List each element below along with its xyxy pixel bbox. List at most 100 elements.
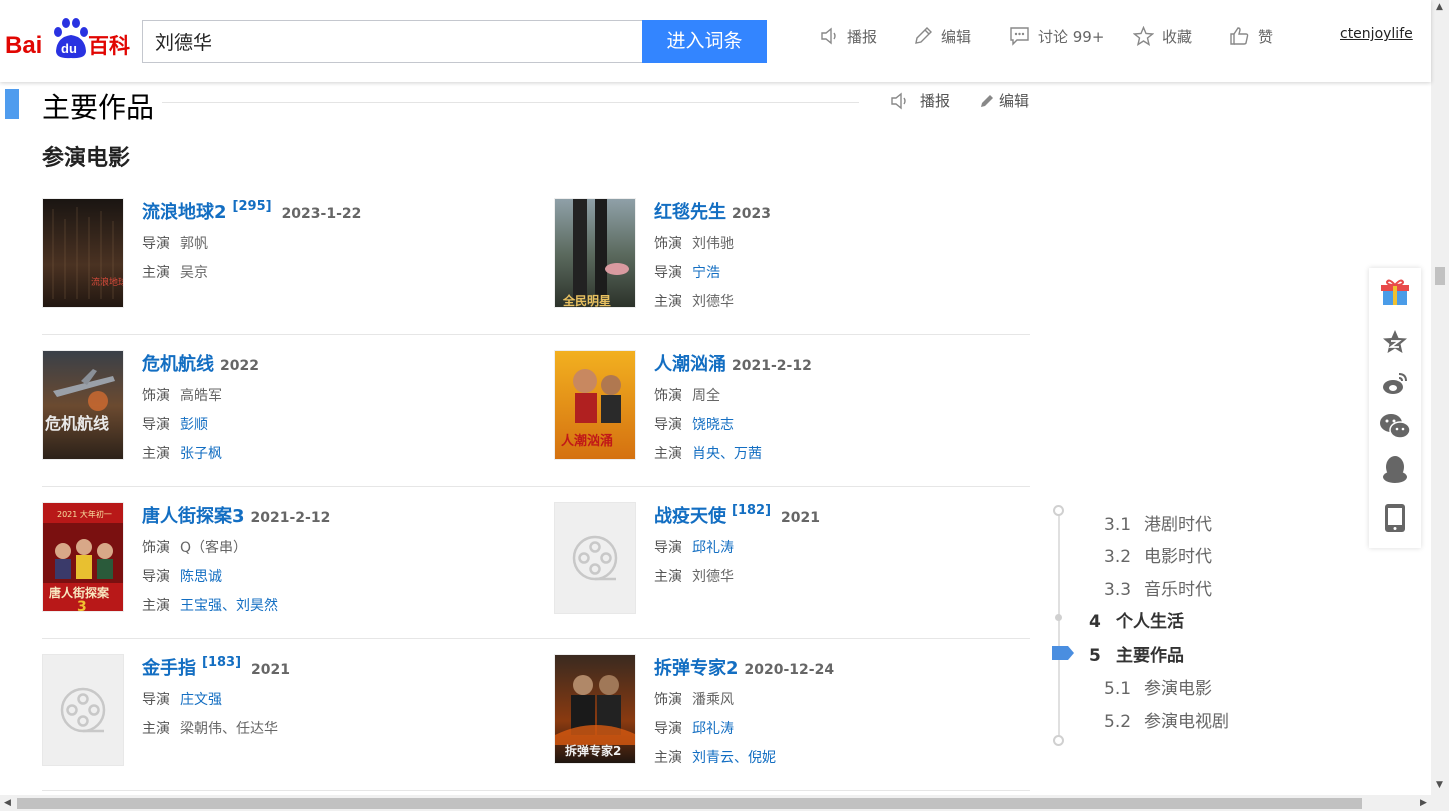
header-favorite-button[interactable]: 收藏 (1133, 24, 1192, 48)
toc-num: 4 (1089, 612, 1101, 632)
info-link[interactable]: 刘青云、倪妮 (692, 750, 776, 766)
row-divider (42, 334, 1030, 335)
horizontal-scroll-thumb[interactable] (17, 798, 1362, 809)
movie-poster[interactable]: 拆弹专家2 (554, 654, 636, 764)
movie-item: 金手指 [183] 2021 导演 庄文强 主演 梁朝伟、任达华 (42, 654, 522, 784)
info-link[interactable]: 邱礼涛 (692, 540, 734, 556)
movie-info-row: 饰演 高皓军 (142, 385, 222, 405)
movie-title-link[interactable]: 危机航线 (142, 350, 214, 376)
movie-info-row: 主演 张子枫 (142, 443, 222, 463)
movie-info-row: 饰演 刘伟驰 (654, 233, 734, 253)
scroll-left-arrow-icon[interactable]: ◀ (4, 798, 11, 808)
svg-text:唐人街探案: 唐人街探案 (49, 585, 110, 600)
reference-link[interactable]: [182] (732, 503, 771, 518)
info-label: 导演 (654, 721, 682, 737)
baidu-baike-logo[interactable]: Bai du 百科 (5, 15, 133, 61)
info-label: 导演 (142, 417, 170, 433)
movie-info-row: 主演 刘德华 (654, 566, 734, 586)
movie-title-row: 人潮汹涌 2021-2-12 (654, 350, 812, 376)
movie-poster[interactable]: 2021 大年初一 唐人街探案 3 (42, 502, 124, 612)
movie-info-row: 主演 肖央、万茜 (654, 443, 762, 463)
section-divider (162, 102, 859, 103)
favorite-star-icon[interactable] (1379, 326, 1411, 358)
toc-top-dot (1053, 505, 1064, 516)
toc-item[interactable]: 5.2 参演电视剧 (1104, 707, 1229, 732)
movie-poster[interactable]: 全民明星 (554, 198, 636, 308)
gift-icon[interactable] (1379, 276, 1411, 308)
toc-item[interactable]: 3.2 电影时代 (1104, 542, 1212, 567)
section-title: 主要作品 (42, 91, 155, 124)
header-edit-label: 编辑 (941, 27, 972, 46)
info-label: 饰演 (142, 388, 170, 404)
svg-text:Bai: Bai (5, 32, 42, 59)
movie-poster[interactable]: 人潮汹涌 (554, 350, 636, 460)
reference-link[interactable]: [183] (202, 655, 241, 670)
info-link[interactable]: 宁浩 (692, 265, 720, 281)
movie-date: 2020-12-24 (744, 662, 835, 678)
section-edit-label: 编辑 (999, 92, 1030, 110)
mobile-icon[interactable] (1379, 502, 1411, 534)
header-broadcast-button[interactable]: 播报 (820, 24, 877, 48)
header-discuss-button[interactable]: 讨论 99+ (1009, 24, 1104, 48)
scroll-down-arrow-icon[interactable]: ▼ (1436, 780, 1443, 790)
movie-info-row: 主演 梁朝伟、任达华 (142, 718, 278, 738)
movie-title-link[interactable]: 人潮汹涌 (654, 350, 726, 376)
toc-item-active[interactable]: 5 主要作品 (1089, 641, 1184, 666)
scroll-right-arrow-icon[interactable]: ▶ (1420, 798, 1427, 808)
info-link[interactable]: 邱礼涛 (692, 721, 734, 737)
toc-active-marker-icon (1052, 646, 1074, 660)
info-value: 刘德华 (692, 569, 734, 585)
movie-title-link[interactable]: 唐人街探案3 (142, 502, 245, 528)
user-link[interactable]: ctenjoylife (1340, 26, 1413, 42)
horizontal-scrollbar[interactable]: ◀ ▶ (0, 795, 1449, 811)
section-broadcast-button[interactable]: 播报 (890, 90, 950, 111)
info-link[interactable]: 彭顺 (180, 417, 208, 433)
vertical-scroll-thumb[interactable] (1435, 267, 1445, 285)
header-like-button[interactable]: 赞 (1229, 24, 1273, 48)
info-link[interactable]: 庄文强 (180, 692, 222, 708)
wechat-icon[interactable] (1379, 410, 1411, 442)
toc-item[interactable]: 3.3 音乐时代 (1104, 575, 1212, 600)
toc-item[interactable]: 4 个人生活 (1089, 607, 1184, 632)
poster-placeholder[interactable] (554, 502, 636, 614)
svg-text:2021 大年初一: 2021 大年初一 (57, 509, 112, 519)
movie-title-link[interactable]: 金手指 (142, 654, 196, 680)
info-link[interactable]: 陈思诚 (180, 569, 222, 585)
movie-info-row: 导演 邱礼涛 (654, 537, 734, 557)
info-link[interactable]: 张子枫 (180, 446, 222, 462)
speaker-icon (891, 92, 906, 109)
movie-title-link[interactable]: 流浪地球2 (142, 198, 227, 224)
svg-text:3: 3 (77, 599, 87, 612)
info-link[interactable]: 饶晓志 (692, 417, 734, 433)
section-edit-button[interactable]: 编辑 (979, 90, 1029, 111)
movie-title-link[interactable]: 战疫天使 (654, 502, 726, 528)
toc-item[interactable]: 3.1 港剧时代 (1104, 510, 1212, 535)
film-reel-icon (572, 535, 618, 581)
movie-poster[interactable]: 危机航线 (42, 350, 124, 460)
movie-info-row: 主演 王宝强、刘昊然 (142, 595, 278, 615)
movie-info-row: 主演 刘青云、倪妮 (654, 747, 776, 767)
info-label: 导演 (142, 692, 170, 708)
info-link[interactable]: 王宝强、刘昊然 (180, 598, 278, 614)
qq-icon[interactable] (1379, 454, 1411, 486)
comment-icon (1010, 27, 1029, 46)
search-input[interactable] (142, 20, 643, 63)
reference-link[interactable]: [295] (233, 199, 272, 214)
info-label: 主演 (142, 721, 170, 737)
info-label: 导演 (654, 417, 682, 433)
header-edit-button[interactable]: 编辑 (913, 24, 971, 48)
movie-poster[interactable]: 流浪地球 (42, 198, 124, 308)
movie-title-link[interactable]: 红毯先生 (654, 198, 726, 224)
pencil-icon (915, 27, 932, 44)
enter-entry-button[interactable]: 进入词条 (642, 20, 767, 63)
scroll-up-arrow-icon[interactable]: ▲ (1436, 2, 1443, 12)
movie-info-row: 导演 彭顺 (142, 414, 208, 434)
weibo-icon[interactable] (1379, 368, 1411, 400)
vertical-scrollbar[interactable]: ▲ ▼ (1431, 0, 1449, 795)
toc-item[interactable]: 5.1 参演电影 (1104, 674, 1212, 699)
movie-title-link[interactable]: 拆弹专家2 (654, 654, 739, 680)
thumbs-up-icon (1230, 27, 1249, 45)
poster-placeholder[interactable] (42, 654, 124, 766)
movie-item: 拆弹专家2 拆弹专家2 2020-12-24 饰演 潘乘风 导演 邱礼涛 主演 刘青云… (554, 654, 1034, 784)
info-link[interactable]: 肖央、万茜 (692, 446, 762, 462)
